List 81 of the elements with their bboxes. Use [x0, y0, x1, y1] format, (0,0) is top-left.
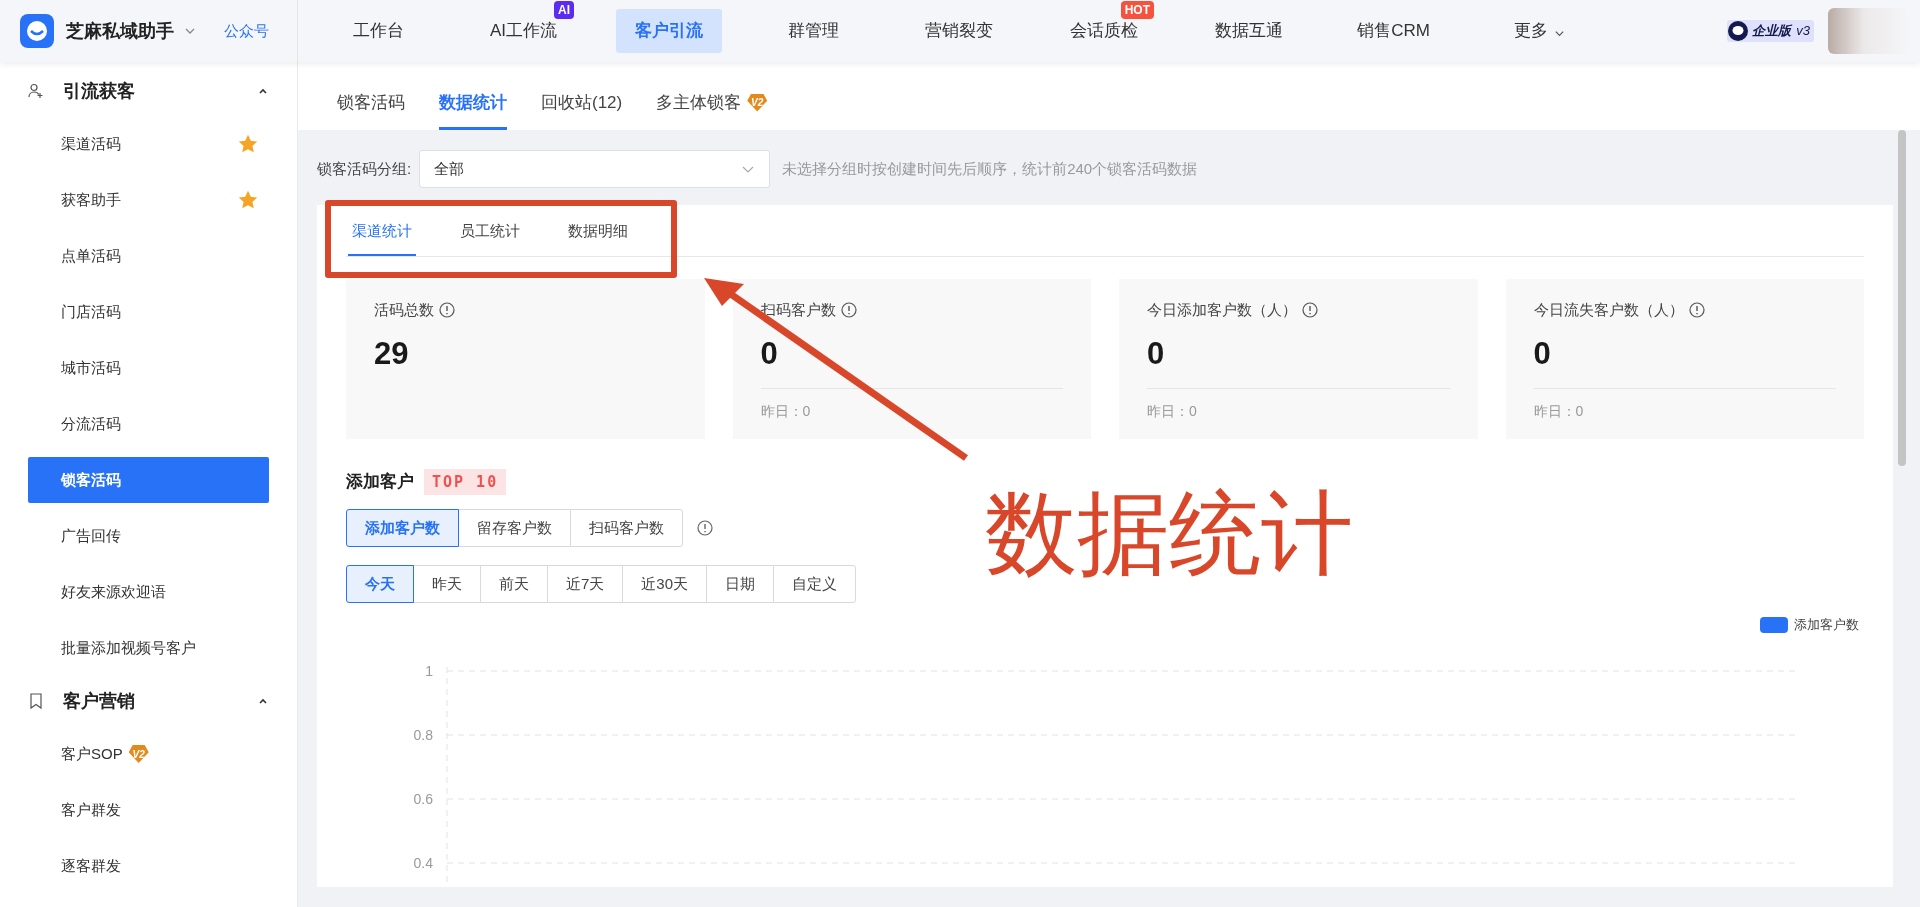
section-header[interactable]: 引流获客	[63, 77, 135, 105]
version-label: v3	[1796, 22, 1810, 41]
metric-button[interactable]: 添加客户数	[346, 509, 459, 547]
info-icon[interactable]	[697, 520, 713, 536]
nav-tab[interactable]: 工作台	[351, 21, 406, 41]
info-icon[interactable]	[840, 302, 857, 319]
version-badge: V2	[747, 93, 768, 112]
nav-badge: AI	[554, 1, 574, 19]
section-header[interactable]: 客户营销	[63, 687, 135, 715]
period-button[interactable]: 日期	[706, 565, 775, 603]
stats-tab[interactable]: 数据明细	[564, 220, 632, 256]
info-icon[interactable]	[439, 302, 455, 319]
stats-tab[interactable]: 员工统计	[456, 220, 524, 256]
axis-tick-label: 1	[425, 663, 433, 679]
sidebar-item[interactable]: 分流活码	[28, 401, 269, 447]
nav-tab[interactable]: 营销裂变	[922, 21, 995, 41]
sidebar-item[interactable]: 客户SOP V2	[28, 731, 269, 777]
metric-button[interactable]: 扫码客户数	[570, 509, 683, 547]
subtab[interactable]: 锁客活码	[337, 89, 405, 116]
metric-button[interactable]: 留存客户数	[458, 509, 571, 547]
scrollbar-thumb[interactable]	[1898, 130, 1906, 466]
stats-tab[interactable]: 渠道统计	[348, 220, 416, 256]
subtab[interactable]: 数据统计	[439, 89, 507, 116]
period-button[interactable]: 自定义	[773, 565, 857, 603]
top-tag: TOP 10	[424, 469, 507, 495]
app-name[interactable]: 芝麻私域助手	[66, 17, 174, 45]
sidebar-item[interactable]: 客户群发	[28, 787, 269, 833]
sidebar-item[interactable]: 批量添加视频号客户	[28, 625, 269, 671]
section-title: 添加客户	[346, 471, 414, 494]
nav-tab[interactable]: 销售CRM	[1355, 21, 1432, 41]
chat-bubble-icon	[1727, 20, 1750, 42]
stat-value: 0	[1533, 334, 1552, 373]
star-icon[interactable]	[237, 133, 259, 155]
user-plus-icon	[27, 82, 45, 100]
annotation-text: 数据统计	[985, 481, 1353, 586]
sidebar-item[interactable]: 获客助手	[28, 177, 269, 223]
sidebar-item[interactable]: 渠道活码	[28, 121, 269, 167]
nav-tab[interactable]: 群管理	[786, 21, 841, 41]
version-badge: V2	[128, 745, 149, 763]
axis-tick-label: 0.4	[413, 855, 433, 871]
sidebar-item[interactable]: 逐客群发	[28, 843, 269, 889]
stat-title: 今日添加客户数（人）	[1147, 300, 1297, 320]
stat-title: 今日流失客户数（人）	[1533, 300, 1684, 320]
filter-label: 锁客活码分组:	[317, 158, 412, 179]
nav-tab[interactable]: 更多	[1512, 21, 1550, 41]
legend-label: 添加客户数	[1794, 616, 1859, 634]
period-button[interactable]: 昨天	[413, 565, 481, 603]
star-icon[interactable]	[237, 189, 259, 211]
subtab[interactable]: 多主体锁客	[656, 89, 742, 116]
stat-title: 活码总数	[374, 300, 434, 320]
period-button[interactable]: 今天	[346, 565, 414, 603]
yesterday-value: 昨日：0	[1147, 401, 1198, 421]
period-button[interactable]: 前天	[480, 565, 548, 603]
sidebar-item[interactable]: 好友来源欢迎语	[28, 569, 269, 615]
axis-tick-label: 0.6	[413, 791, 433, 807]
nav-tab[interactable]: 会话质检	[1067, 21, 1140, 41]
sidebar-item[interactable]: 锁客活码	[28, 457, 269, 503]
nav-tab[interactable]: 数据互通	[1212, 21, 1285, 41]
info-icon[interactable]	[1688, 302, 1705, 319]
yesterday-value: 昨日：0	[760, 401, 812, 421]
bookmark-icon	[27, 692, 45, 710]
nav-badge: HOT	[1120, 1, 1154, 19]
axis-tick-label: 0.8	[413, 727, 433, 743]
stat-value: 0	[1147, 334, 1166, 373]
yesterday-value: 昨日：0	[1533, 401, 1585, 421]
info-icon[interactable]	[1302, 302, 1318, 319]
subtab[interactable]: 回收站(12)	[541, 89, 623, 116]
sidebar-item[interactable]: 城市活码	[28, 345, 269, 391]
group-select[interactable]: 全部	[419, 150, 771, 188]
sidebar-item[interactable]: 点单活码	[28, 233, 269, 279]
filter-hint: 未选择分组时按创建时间先后顺序，统计前240个锁客活码数据	[782, 158, 1198, 179]
logo-icon	[20, 14, 54, 48]
period-button[interactable]: 近7天	[547, 565, 624, 603]
stat-value: 29	[374, 334, 410, 373]
sidebar-item[interactable]: 门店活码	[28, 289, 269, 335]
sidebar-item[interactable]: 广告回传	[28, 513, 269, 559]
edition-label: 企业版	[1752, 22, 1792, 41]
official-account-link[interactable]: 公众号	[224, 19, 269, 43]
nav-tab[interactable]: AI工作流	[487, 21, 560, 41]
period-button[interactable]: 近30天	[622, 565, 708, 603]
stat-value: 0	[760, 334, 779, 373]
